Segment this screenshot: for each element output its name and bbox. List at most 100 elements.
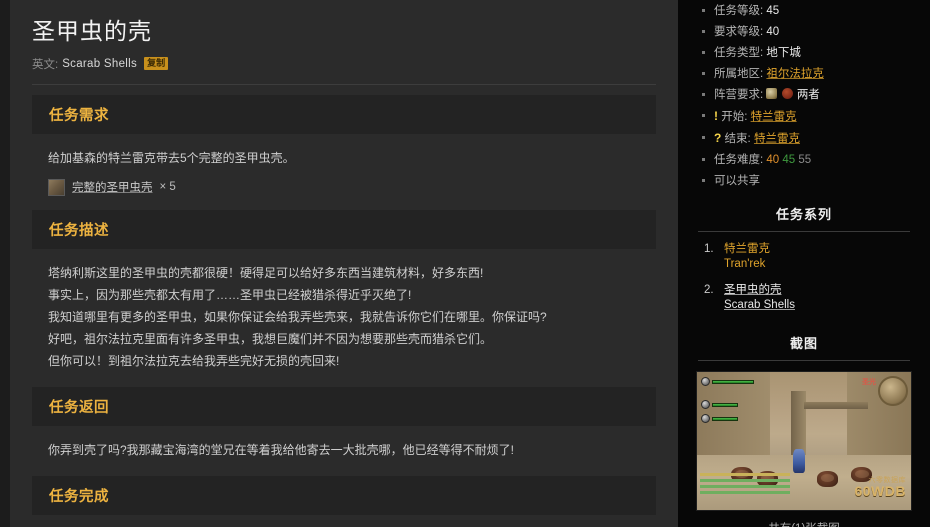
screenshots-divider: [698, 360, 910, 361]
section-header-completion: 任务完成: [32, 475, 656, 515]
screenshot-beam: [804, 402, 869, 410]
alliance-icon: [766, 88, 778, 99]
screenshot-chat-line: [700, 479, 790, 482]
quest-page: 圣甲虫的壳 英文: Scarab Shells 复制 任务需求 给加基森的特兰雷…: [0, 0, 930, 527]
screenshot-watermark: 六零数据库 60WDB: [854, 477, 906, 498]
title-divider: [32, 83, 656, 85]
fact-label: 任务难度:: [714, 154, 764, 166]
fact-label: 任务类型:: [714, 47, 764, 59]
fact-required-level: 要求等级: 40: [702, 25, 916, 46]
screenshot-party-unitframe: [701, 400, 738, 409]
section-header-progress: 任务返回: [32, 386, 656, 426]
quest-start-npc-link[interactable]: 特兰雷克: [751, 111, 797, 123]
description-line: 塔纳利斯这里的圣甲虫的壳都很硬！硬得足可以给好多东西当建筑材料，好多东西!: [48, 265, 484, 280]
description-line: 但你可以！到祖尔法拉克去给我弄些完好无损的壳回来!: [48, 353, 340, 368]
english-name: Scarab Shells: [62, 57, 138, 70]
series-item-name-cn[interactable]: 圣甲虫的壳: [724, 283, 916, 298]
requirement-line: 给加基森的特兰雷克带去5个完整的圣甲虫壳。: [48, 150, 295, 165]
section-title-progress: 任务返回: [49, 399, 109, 416]
difficulty-high: 55: [798, 154, 812, 166]
screenshot-chat-line: [700, 491, 790, 494]
portrait-icon: [701, 414, 710, 423]
section-body-description: 塔纳利斯这里的圣甲虫的壳都很硬！硬得足可以给好多东西当建筑材料，好多东西! 事实…: [32, 249, 656, 385]
health-bar: [712, 402, 738, 407]
portrait-icon: [701, 377, 710, 386]
section-body-completion: 哦，太好了!你拿到壳了! 谢谢你，(玩家)。你真是我的救命恩人!: [32, 515, 656, 527]
series-item-name-en[interactable]: Scarab Shells: [724, 298, 916, 313]
fact-quest-end: ? 结束: 特兰雷克: [702, 131, 916, 153]
screenshot-thumbnail[interactable]: 圣光 六零数据库 60WDB: [696, 371, 912, 511]
fact-label: 开始:: [721, 111, 748, 123]
required-item-count: × 5: [159, 181, 176, 194]
description-line: 我知道哪里有更多的圣甲虫，如果你保证会给我弄些壳来，我就告诉你它们在哪里。你保证…: [48, 309, 547, 324]
english-name-line: 英文: Scarab Shells 复制: [32, 56, 656, 72]
screenshot-scarab: [816, 471, 839, 487]
screenshot-chat-line: [700, 485, 790, 488]
series-item-2[interactable]: 圣甲虫的壳 Scarab Shells: [704, 283, 916, 324]
screenshot-party-unitframe: [701, 414, 738, 423]
screenshot-player-character: [793, 449, 806, 473]
screenshot-minimap: [878, 376, 908, 406]
fact-value: 地下城: [766, 47, 801, 59]
series-item-name-cn[interactable]: 特兰雷克: [724, 242, 916, 257]
screenshot-player-unitframe: [701, 377, 754, 386]
fact-quest-type: 任务类型: 地下城: [702, 46, 916, 67]
exclamation-icon: !: [714, 109, 718, 123]
fact-value: 两者: [796, 89, 820, 101]
fact-label: 可以共享: [714, 175, 760, 187]
fact-quest-level: 任务等级: 45: [702, 4, 916, 25]
difficulty-low: 40: [766, 154, 780, 166]
section-description: 任务描述 塔纳利斯这里的圣甲虫的壳都很硬！硬得足可以给好多东西当建筑材料，好多东…: [32, 209, 656, 385]
fact-difficulty: 任务难度: 40 45 55: [702, 153, 916, 174]
quest-end-npc-link[interactable]: 特兰雷克: [754, 133, 800, 145]
fact-zone: 所属地区: 祖尔法拉克: [702, 67, 916, 88]
series-divider: [698, 231, 910, 232]
fact-label: 阵营要求:: [714, 89, 764, 101]
difficulty-mid: 45: [782, 154, 796, 166]
section-title-description: 任务描述: [49, 222, 109, 239]
item-icon: [48, 178, 65, 196]
fact-label: 任务等级:: [714, 5, 764, 17]
fact-label: 所属地区:: [714, 68, 764, 80]
health-bar: [712, 379, 754, 384]
fact-value: 45: [766, 5, 780, 17]
series-item-1[interactable]: 特兰雷克 Tran'rek: [704, 242, 916, 283]
left-rail: [0, 0, 10, 527]
fact-value: 40: [766, 26, 780, 38]
question-mark-icon: ?: [714, 131, 722, 145]
quest-series-list: 特兰雷克 Tran'rek 圣甲虫的壳 Scarab Shells: [692, 242, 916, 324]
fact-quest-start: ! 开始: 特兰雷克: [702, 109, 916, 131]
screenshot-caption: 共有(1)张截图: [696, 511, 912, 527]
quest-facts-list: 任务等级: 45 要求等级: 40 任务类型: 地下城 所属地区: 祖尔法拉克 …: [692, 0, 916, 195]
required-item-link[interactable]: 完整的圣甲虫壳: [72, 179, 153, 195]
portrait-icon: [701, 400, 710, 409]
quest-sidebar: 任务等级: 45 要求等级: 40 任务类型: 地下城 所属地区: 祖尔法拉克 …: [678, 0, 930, 527]
description-line: 事实上，因为那些壳都太有用了……圣甲虫已经被猎杀得近乎灭绝了!: [48, 287, 412, 302]
page-title: 圣甲虫的壳: [32, 18, 152, 44]
fact-label: 要求等级:: [714, 26, 764, 38]
description-line: 好吧，祖尔法拉克里面有许多圣甲虫，我想巨魔们并不因为想要那些壳而猎杀它们。: [48, 331, 493, 346]
english-label: 英文:: [32, 58, 59, 71]
required-item-row: 完整的圣甲虫壳 × 5: [48, 178, 640, 196]
section-header-requirements: 任务需求: [32, 94, 656, 134]
health-bar: [712, 416, 738, 421]
section-progress: 任务返回 你弄到壳了吗?我那藏宝海湾的堂兄在等着我给他寄去一大批壳哪，他已经等得…: [32, 386, 656, 474]
section-title-completion: 任务完成: [49, 488, 109, 505]
section-body-requirements: 给加基森的特兰雷克带去5个完整的圣甲虫壳。 完整的圣甲虫壳 × 5: [32, 134, 656, 208]
fact-faction: 阵营要求: 两者: [702, 88, 916, 109]
section-completion: 任务完成 哦，太好了!你拿到壳了! 谢谢你，(玩家)。你真是我的救命恩人!: [32, 475, 656, 527]
zone-link[interactable]: 祖尔法拉克: [766, 68, 824, 80]
series-item-name-en[interactable]: Tran'rek: [724, 257, 916, 272]
fact-label: 结束:: [724, 133, 751, 145]
screenshot-wrap: 圣光 六零数据库 60WDB 共有(1)张截图: [692, 371, 916, 527]
screenshot-pillar: [791, 391, 807, 455]
quest-main-panel: 圣甲虫的壳 英文: Scarab Shells 复制 任务需求 给加基森的特兰雷…: [10, 0, 678, 527]
section-title-requirements: 任务需求: [49, 107, 109, 124]
screenshot-chat-line: [700, 473, 790, 476]
series-heading: 任务系列: [775, 207, 832, 222]
screenshot-red-tag: 圣光: [862, 379, 876, 386]
fact-shareable: 可以共享: [702, 174, 916, 195]
copy-button[interactable]: 复制: [144, 57, 169, 71]
progress-line: 你弄到壳了吗?我那藏宝海湾的堂兄在等着我给他寄去一大批壳哪，他已经等得不耐烦了!: [48, 442, 515, 457]
watermark-main-text: 60WDB: [854, 483, 906, 499]
